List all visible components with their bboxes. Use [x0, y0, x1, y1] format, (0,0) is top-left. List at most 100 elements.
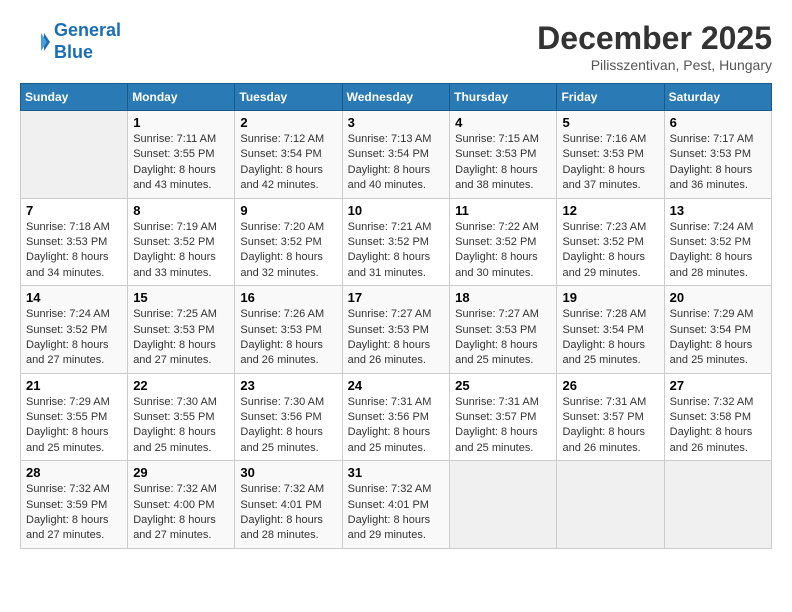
- day-detail: Sunrise: 7:16 AMSunset: 3:53 PMDaylight:…: [562, 132, 658, 194]
- logo-text: General Blue: [54, 20, 121, 63]
- weekday-header: Thursday: [450, 84, 557, 111]
- day-detail: Sunrise: 7:12 AMSunset: 3:54 PMDaylight:…: [240, 132, 336, 194]
- day-detail: Sunrise: 7:11 AMSunset: 3:55 PMDaylight:…: [133, 132, 229, 194]
- calendar-cell: 1 Sunrise: 7:11 AMSunset: 3:55 PMDaylight…: [128, 111, 235, 199]
- day-detail: Sunrise: 7:20 AMSunset: 3:52 PMDaylight:…: [240, 220, 336, 282]
- day-number: 10: [348, 203, 445, 218]
- day-number: 18: [455, 290, 551, 305]
- calendar-cell: 27Sunrise: 7:32 AMSunset: 3:58 PMDayligh…: [664, 373, 771, 461]
- day-number: 29: [133, 465, 229, 480]
- day-number: 24: [348, 378, 445, 393]
- day-number: 20: [670, 290, 766, 305]
- day-number: 1: [133, 115, 229, 130]
- calendar-cell: 21 Sunrise: 7:29 AMSunset: 3:55 PMDayligh…: [21, 373, 128, 461]
- weekday-header-row: SundayMondayTuesdayWednesdayThursdayFrid…: [21, 84, 772, 111]
- calendar-cell: 7 Sunrise: 7:18 AMSunset: 3:53 PMDaylight…: [21, 198, 128, 286]
- day-number: 21: [26, 378, 122, 393]
- calendar-cell: 22 Sunrise: 7:30 AMSunset: 3:55 PMDayligh…: [128, 373, 235, 461]
- day-number: 3: [348, 115, 445, 130]
- day-detail: Sunrise: 7:24 AMSunset: 3:52 PMDaylight:…: [670, 220, 766, 282]
- day-detail: Sunrise: 7:19 AMSunset: 3:52 PMDaylight:…: [133, 220, 229, 282]
- day-detail: Sunrise: 7:27 AMSunset: 3:53 PMDaylight:…: [348, 307, 445, 369]
- calendar-cell: 15Sunrise: 7:25 AMSunset: 3:53 PMDayligh…: [128, 286, 235, 374]
- day-detail: Sunrise: 7:26 AMSunset: 3:53 PMDaylight:…: [240, 307, 336, 369]
- page-header: General Blue December 2025 Pilisszentiva…: [20, 20, 772, 73]
- month-title: December 2025: [537, 20, 772, 57]
- day-number: 14: [26, 290, 122, 305]
- day-number: 27: [670, 378, 766, 393]
- day-number: 16: [240, 290, 336, 305]
- day-detail: Sunrise: 7:29 AMSunset: 3:54 PMDaylight:…: [670, 307, 766, 369]
- logo: General Blue: [20, 20, 121, 63]
- calendar-cell: 20 Sunrise: 7:29 AMSunset: 3:54 PMDayligh…: [664, 286, 771, 374]
- day-detail: Sunrise: 7:30 AMSunset: 3:56 PMDaylight:…: [240, 395, 336, 457]
- day-number: 11: [455, 203, 551, 218]
- logo-icon: [20, 27, 50, 57]
- calendar-cell: [450, 461, 557, 549]
- day-detail: Sunrise: 7:27 AMSunset: 3:53 PMDaylight:…: [455, 307, 551, 369]
- calendar-week-row: 28 Sunrise: 7:32 AMSunset: 3:59 PMDayligh…: [21, 461, 772, 549]
- calendar-cell: 13 Sunrise: 7:24 AMSunset: 3:52 PMDayligh…: [664, 198, 771, 286]
- title-block: December 2025 Pilisszentivan, Pest, Hung…: [537, 20, 772, 73]
- day-detail: Sunrise: 7:24 AMSunset: 3:52 PMDaylight:…: [26, 307, 122, 369]
- day-number: 6: [670, 115, 766, 130]
- calendar-cell: 9 Sunrise: 7:20 AMSunset: 3:52 PMDaylight…: [235, 198, 342, 286]
- day-number: 7: [26, 203, 122, 218]
- calendar-cell: 23 Sunrise: 7:30 AMSunset: 3:56 PMDayligh…: [235, 373, 342, 461]
- day-number: 28: [26, 465, 122, 480]
- calendar-cell: 11 Sunrise: 7:22 AMSunset: 3:52 PMDayligh…: [450, 198, 557, 286]
- location-subtitle: Pilisszentivan, Pest, Hungary: [537, 57, 772, 73]
- day-number: 13: [670, 203, 766, 218]
- calendar-cell: 19Sunrise: 7:28 AMSunset: 3:54 PMDayligh…: [557, 286, 664, 374]
- calendar-cell: 26Sunrise: 7:31 AMSunset: 3:57 PMDayligh…: [557, 373, 664, 461]
- day-number: 8: [133, 203, 229, 218]
- day-number: 30: [240, 465, 336, 480]
- day-detail: Sunrise: 7:31 AMSunset: 3:56 PMDaylight:…: [348, 395, 445, 457]
- day-detail: Sunrise: 7:32 AMSunset: 4:00 PMDaylight:…: [133, 482, 229, 544]
- day-detail: Sunrise: 7:18 AMSunset: 3:53 PMDaylight:…: [26, 220, 122, 282]
- day-number: 9: [240, 203, 336, 218]
- weekday-header: Wednesday: [342, 84, 450, 111]
- day-detail: Sunrise: 7:21 AMSunset: 3:52 PMDaylight:…: [348, 220, 445, 282]
- day-number: 2: [240, 115, 336, 130]
- weekday-header: Tuesday: [235, 84, 342, 111]
- day-number: 17: [348, 290, 445, 305]
- calendar-cell: 28 Sunrise: 7:32 AMSunset: 3:59 PMDayligh…: [21, 461, 128, 549]
- day-number: 23: [240, 378, 336, 393]
- day-number: 15: [133, 290, 229, 305]
- day-detail: Sunrise: 7:23 AMSunset: 3:52 PMDaylight:…: [562, 220, 658, 282]
- day-detail: Sunrise: 7:22 AMSunset: 3:52 PMDaylight:…: [455, 220, 551, 282]
- day-detail: Sunrise: 7:29 AMSunset: 3:55 PMDaylight:…: [26, 395, 122, 457]
- day-detail: Sunrise: 7:17 AMSunset: 3:53 PMDaylight:…: [670, 132, 766, 194]
- calendar-cell: 14 Sunrise: 7:24 AMSunset: 3:52 PMDayligh…: [21, 286, 128, 374]
- calendar-week-row: 14 Sunrise: 7:24 AMSunset: 3:52 PMDayligh…: [21, 286, 772, 374]
- calendar-cell: 5 Sunrise: 7:16 AMSunset: 3:53 PMDaylight…: [557, 111, 664, 199]
- weekday-header: Sunday: [21, 84, 128, 111]
- calendar-cell: 30Sunrise: 7:32 AMSunset: 4:01 PMDayligh…: [235, 461, 342, 549]
- calendar-cell: 17 Sunrise: 7:27 AMSunset: 3:53 PMDayligh…: [342, 286, 450, 374]
- day-number: 12: [562, 203, 658, 218]
- calendar-cell: 12 Sunrise: 7:23 AMSunset: 3:52 PMDayligh…: [557, 198, 664, 286]
- day-detail: Sunrise: 7:31 AMSunset: 3:57 PMDaylight:…: [562, 395, 658, 457]
- calendar-table: SundayMondayTuesdayWednesdayThursdayFrid…: [20, 83, 772, 549]
- day-detail: Sunrise: 7:32 AMSunset: 4:01 PMDaylight:…: [348, 482, 445, 544]
- calendar-week-row: 21 Sunrise: 7:29 AMSunset: 3:55 PMDayligh…: [21, 373, 772, 461]
- calendar-cell: 24 Sunrise: 7:31 AMSunset: 3:56 PMDayligh…: [342, 373, 450, 461]
- day-detail: Sunrise: 7:31 AMSunset: 3:57 PMDaylight:…: [455, 395, 551, 457]
- calendar-cell: 16 Sunrise: 7:26 AMSunset: 3:53 PMDayligh…: [235, 286, 342, 374]
- day-number: 5: [562, 115, 658, 130]
- calendar-week-row: 1 Sunrise: 7:11 AMSunset: 3:55 PMDaylight…: [21, 111, 772, 199]
- calendar-cell: [664, 461, 771, 549]
- day-number: 22: [133, 378, 229, 393]
- calendar-cell: 10 Sunrise: 7:21 AMSunset: 3:52 PMDayligh…: [342, 198, 450, 286]
- weekday-header: Saturday: [664, 84, 771, 111]
- day-number: 25: [455, 378, 551, 393]
- day-detail: Sunrise: 7:32 AMSunset: 3:59 PMDaylight:…: [26, 482, 122, 544]
- day-detail: Sunrise: 7:13 AMSunset: 3:54 PMDaylight:…: [348, 132, 445, 194]
- day-number: 19: [562, 290, 658, 305]
- calendar-cell: 31Sunrise: 7:32 AMSunset: 4:01 PMDayligh…: [342, 461, 450, 549]
- weekday-header: Monday: [128, 84, 235, 111]
- day-detail: Sunrise: 7:30 AMSunset: 3:55 PMDaylight:…: [133, 395, 229, 457]
- day-detail: Sunrise: 7:15 AMSunset: 3:53 PMDaylight:…: [455, 132, 551, 194]
- calendar-cell: 4Sunrise: 7:15 AMSunset: 3:53 PMDaylight…: [450, 111, 557, 199]
